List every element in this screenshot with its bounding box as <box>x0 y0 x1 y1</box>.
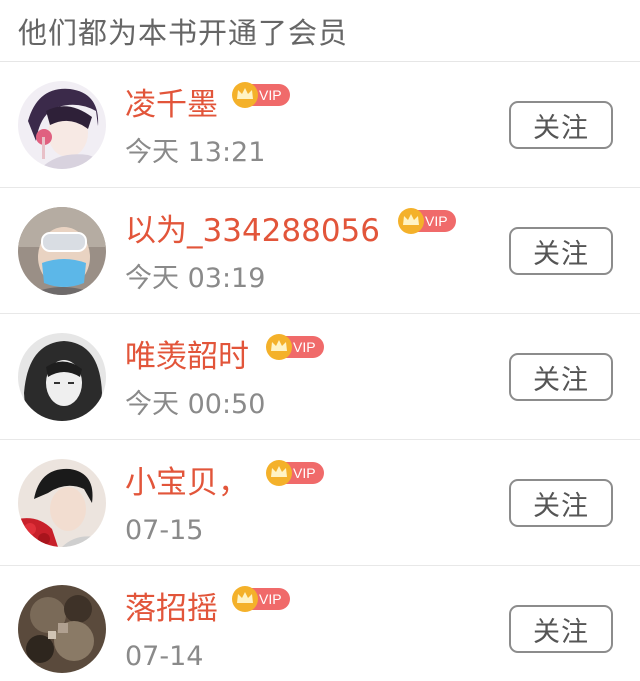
follow-button[interactable]: 关注 <box>509 479 613 527</box>
follow-button[interactable]: 关注 <box>509 101 613 149</box>
avatar[interactable] <box>18 81 106 169</box>
list-item[interactable]: 小宝贝， VIP 07-15 关注 <box>0 440 640 566</box>
list-item[interactable]: 落招摇 VIP 07-14 关注 <box>0 566 640 681</box>
crown-icon <box>266 334 292 360</box>
vip-badge: VIP <box>266 460 324 486</box>
vip-label: VIP <box>293 465 316 481</box>
member-name[interactable]: 唯羡韶时 <box>125 336 249 378</box>
avatar[interactable] <box>18 333 106 421</box>
list-item[interactable]: 以为_334288056 VIP 今天 03:19 关注 <box>0 188 640 314</box>
open-time: 07-14 <box>125 641 204 672</box>
crown-icon <box>232 586 258 612</box>
open-time: 今天 00:50 <box>125 389 266 420</box>
open-time: 今天 13:21 <box>125 137 266 168</box>
member-name[interactable]: 凌千墨 <box>125 84 218 126</box>
vip-label: VIP <box>293 339 316 355</box>
member-list: 凌千墨 VIP 今天 13:21 关注 以为_334288056 VIP 今天 … <box>0 62 640 681</box>
vip-badge: VIP <box>266 334 324 360</box>
crown-icon <box>232 82 258 108</box>
crown-icon <box>266 460 292 486</box>
vip-badge: VIP <box>232 586 290 612</box>
vip-label: VIP <box>425 213 448 229</box>
avatar[interactable] <box>18 207 106 295</box>
vip-label: VIP <box>259 591 282 607</box>
page-title: 他们都为本书开通了会员 <box>0 0 640 62</box>
vip-label: VIP <box>259 87 282 103</box>
follow-button[interactable]: 关注 <box>509 605 613 653</box>
open-time: 今天 03:19 <box>125 263 266 294</box>
open-time: 07-15 <box>125 515 204 546</box>
vip-badge: VIP <box>398 208 456 234</box>
list-item[interactable]: 凌千墨 VIP 今天 13:21 关注 <box>0 62 640 188</box>
member-name[interactable]: 小宝贝， <box>125 462 249 504</box>
crown-icon <box>398 208 424 234</box>
member-name[interactable]: 以为_334288056 <box>125 210 380 252</box>
list-item[interactable]: 唯羡韶时 VIP 今天 00:50 关注 <box>0 314 640 440</box>
vip-badge: VIP <box>232 82 290 108</box>
follow-button[interactable]: 关注 <box>509 353 613 401</box>
follow-button[interactable]: 关注 <box>509 227 613 275</box>
member-name[interactable]: 落招摇 <box>125 588 218 630</box>
member-list-page: 他们都为本书开通了会员 凌千墨 VIP 今天 13:21 关注 以为_33428… <box>0 0 640 681</box>
avatar[interactable] <box>18 459 106 547</box>
avatar[interactable] <box>18 585 106 673</box>
